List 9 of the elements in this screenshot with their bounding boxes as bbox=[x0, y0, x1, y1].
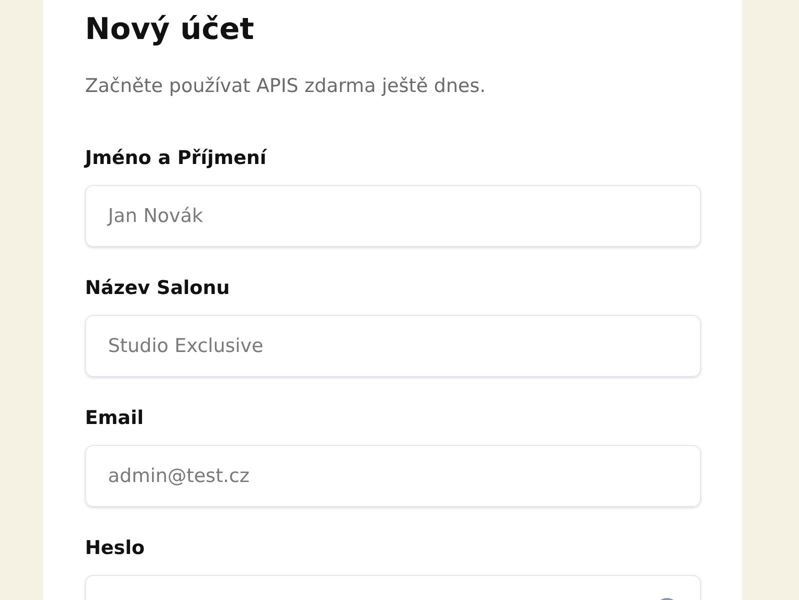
field-label: Heslo bbox=[85, 536, 145, 561]
input-field[interactable]: Studio Exclusive bbox=[85, 315, 701, 377]
field-label: Jméno a Příjmení bbox=[85, 146, 266, 171]
field-label: Název Salonu bbox=[85, 276, 230, 301]
form-title: Nový účet bbox=[85, 11, 256, 49]
field-label: Email bbox=[85, 406, 144, 431]
input-field[interactable]: Jan Novák bbox=[85, 185, 701, 247]
form-subtitle: Začněte používat APIS zdarma ještě dnes. bbox=[85, 74, 487, 99]
input-field[interactable]: admin@test.cz bbox=[85, 445, 701, 507]
